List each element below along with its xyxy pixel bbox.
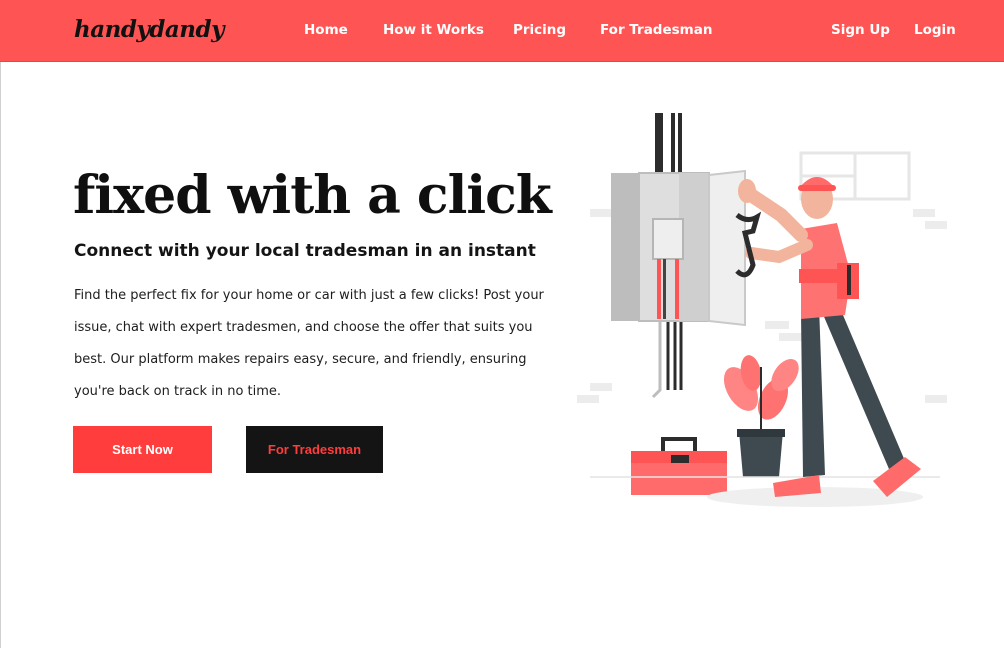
nav-home-link[interactable]: Home	[304, 22, 348, 38]
toolbox-icon	[631, 437, 727, 495]
hero-subtitle: Connect with your local tradesman in an …	[74, 241, 536, 261]
login-link[interactable]: Login	[914, 22, 956, 38]
nav-pricing-link[interactable]: Pricing	[513, 22, 566, 38]
hero-description-line: Find the perfect fix for your home or ca…	[74, 288, 544, 303]
electrical-panel-icon	[611, 169, 746, 327]
brand-logo[interactable]: handydandy	[74, 16, 224, 43]
hero-description: Find the perfect fix for your home or ca…	[74, 280, 554, 408]
for-tradesman-button[interactable]: For Tradesman	[246, 426, 383, 473]
tradesman-illustration	[577, 113, 947, 507]
nav-how-it-works-link[interactable]: How it Works	[383, 22, 484, 38]
nav-for-tradesman-link[interactable]: For Tradesman	[600, 22, 712, 38]
hero-description-line: best. Our platform makes repairs easy, s…	[74, 352, 527, 367]
page-left-border	[0, 62, 1, 648]
potted-plant-icon	[723, 355, 799, 477]
top-navbar: handydandy Home How it Works Pricing For…	[0, 0, 1004, 62]
start-now-button[interactable]: Start Now	[73, 426, 212, 473]
signup-link[interactable]: Sign Up	[831, 22, 890, 38]
hero-title: fixed with a click	[73, 165, 552, 226]
hero-description-line: issue, chat with expert tradesmen, and c…	[74, 320, 533, 335]
hero-description-line: you're back on track in no time.	[74, 384, 282, 399]
